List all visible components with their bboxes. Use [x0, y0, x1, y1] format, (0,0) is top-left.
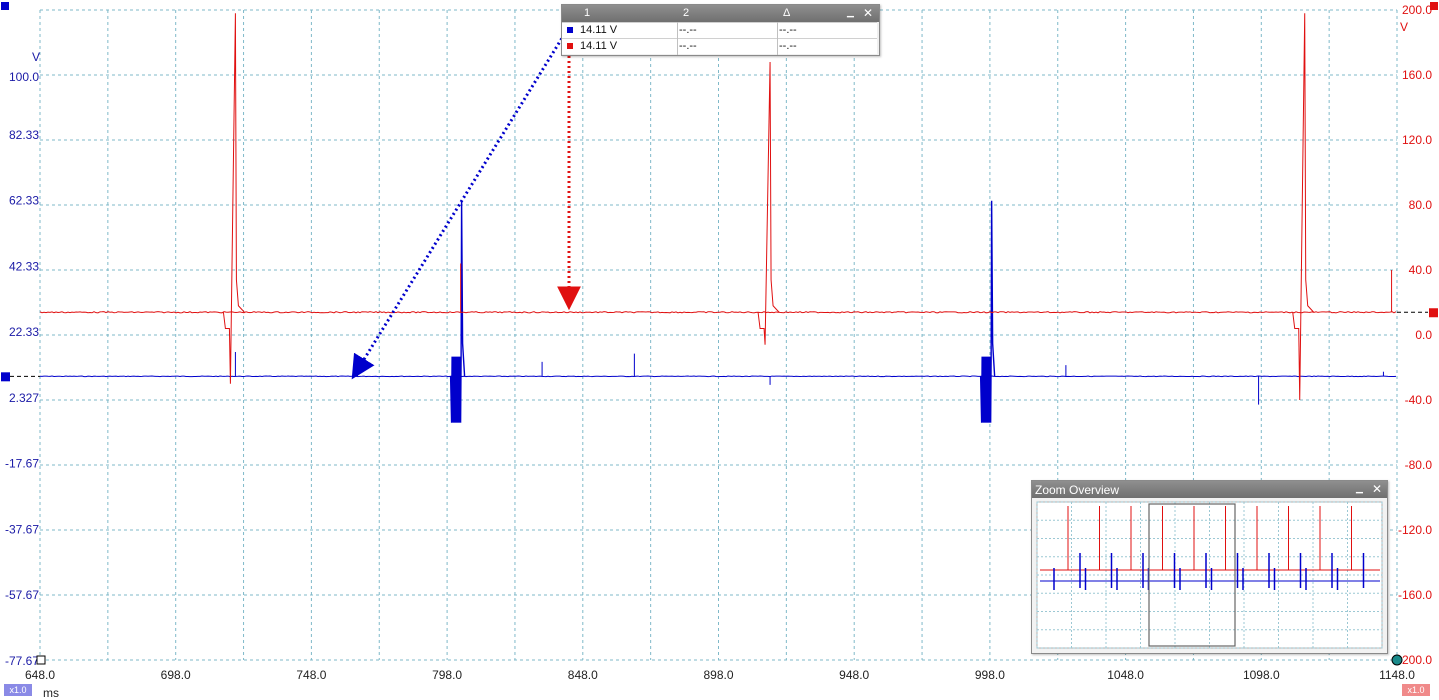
ch2-cursor2-value: --.-- [679, 40, 697, 52]
x-tick-label: 1148.0 [1379, 668, 1415, 682]
ch1-top-marker-icon [1, 2, 9, 10]
left-tick-label: 22.33 [9, 325, 39, 339]
left-tick-label: 42.33 [9, 259, 39, 273]
x-axis-unit: ms [43, 686, 59, 700]
right-scale-badge[interactable]: x1.0 [1402, 684, 1430, 696]
x-axis-ticks: 648.0 698.0 748.0 798.0 848.0 898.0 948.0 998.0… [25, 668, 1415, 682]
trace-1-ringing [757, 61, 780, 345]
x-origin-marker-icon [36, 655, 46, 665]
cursor-readout-panel[interactable]: 1 2 Δ ▁ ✕ 14.11 V --.-- --.-- 14.11 V --… [561, 4, 880, 56]
readout-col-1: 1 [584, 7, 591, 19]
x-tick-label: 748.0 [296, 668, 326, 682]
right-tick-label: 160.0 [1402, 68, 1432, 82]
x-end-marker-icon [1391, 654, 1403, 666]
left-tick-label: 82.33 [9, 128, 39, 142]
right-tick-label: -80.0 [1405, 458, 1433, 472]
x-tick-label: 1048.0 [1107, 668, 1144, 682]
ch2-level-marker-icon [1429, 308, 1438, 318]
left-axis-ticks: 100.0 82.33 62.33 42.33 22.33 2.327 -17.67 -37.… [5, 70, 39, 668]
close-icon[interactable]: ✕ [863, 6, 873, 20]
ch1-cursor1-value: 14.11 V [580, 24, 618, 36]
close-icon[interactable]: ✕ [1372, 482, 1382, 496]
readout-row-ch1: 14.11 V --.-- --.-- [562, 22, 877, 38]
x-tick-label: 648.0 [25, 668, 55, 682]
readout-header[interactable]: 1 2 Δ ▁ ✕ [562, 5, 879, 22]
left-tick-label: 100.0 [9, 70, 39, 84]
zoom-overview-plot[interactable] [1032, 498, 1387, 652]
trace-0-baseline [39, 375, 1397, 378]
zoom-overview-header[interactable]: Zoom Overview ▁ ✕ [1032, 481, 1387, 498]
x-tick-label: 848.0 [568, 668, 598, 682]
right-tick-label: -120.0 [1398, 523, 1432, 537]
ch1-level-marker-icon [1, 372, 10, 382]
x-tick-label: 798.0 [432, 668, 462, 682]
right-tick-label: 200.0 [1402, 3, 1432, 17]
readout-row-ch2: 14.11 V --.-- --.-- [562, 38, 877, 54]
left-tick-label: -17.67 [5, 457, 39, 471]
left-scale-badge[interactable]: x1.0 [4, 684, 32, 696]
right-tick-label: 80.0 [1409, 198, 1433, 212]
right-tick-label: 0.0 [1415, 328, 1432, 342]
right-tick-label: -40.0 [1405, 393, 1433, 407]
left-tick-label: -57.67 [5, 588, 39, 602]
minimize-icon[interactable]: ▁ [1356, 483, 1363, 494]
right-tick-label: -160.0 [1398, 588, 1432, 602]
ch1-delta-value: --.-- [779, 24, 797, 36]
trace-1-ringing [222, 13, 245, 384]
readout-col-delta: Δ [783, 7, 791, 19]
right-tick-label: 40.0 [1409, 263, 1433, 277]
x-tick-label: 698.0 [161, 668, 191, 682]
left-tick-label: -77.67 [5, 654, 39, 668]
ch1-cursor2-value: --.-- [679, 24, 697, 36]
x-tick-label: 948.0 [839, 668, 869, 682]
zoom-overview-title: Zoom Overview [1035, 483, 1120, 497]
minimize-icon[interactable]: ▁ [847, 7, 854, 18]
x-tick-label: 1098.0 [1243, 668, 1280, 682]
ch2-swatch-icon [567, 43, 573, 49]
trace-1-ringing [1292, 13, 1315, 401]
x-tick-label: 998.0 [975, 668, 1005, 682]
ch2-top-marker-icon [1430, 2, 1438, 10]
readout-divider [777, 22, 778, 55]
left-tick-label: -37.67 [5, 522, 39, 536]
right-tick-label: 120.0 [1402, 133, 1432, 147]
right-axis-ticks: 200.0 160.0 120.0 80.0 40.0 0.0 -40.0 -80.0 -120… [1398, 3, 1432, 667]
ch1-swatch-icon [567, 27, 573, 33]
left-tick-label: 62.33 [9, 194, 39, 208]
x-tick-label: 898.0 [703, 668, 733, 682]
ch2-cursor1-value: 14.11 V [580, 40, 618, 52]
left-tick-label: 2.327 [9, 391, 39, 405]
readout-divider [677, 22, 678, 55]
readout-col-2: 2 [683, 7, 690, 19]
right-axis-unit: V [1400, 20, 1409, 34]
ch2-delta-value: --.-- [779, 40, 797, 52]
zoom-overview-panel[interactable]: Zoom Overview ▁ ✕ [1031, 480, 1388, 654]
right-tick-label: -200.0 [1398, 653, 1432, 667]
left-axis-unit: V [32, 50, 41, 64]
